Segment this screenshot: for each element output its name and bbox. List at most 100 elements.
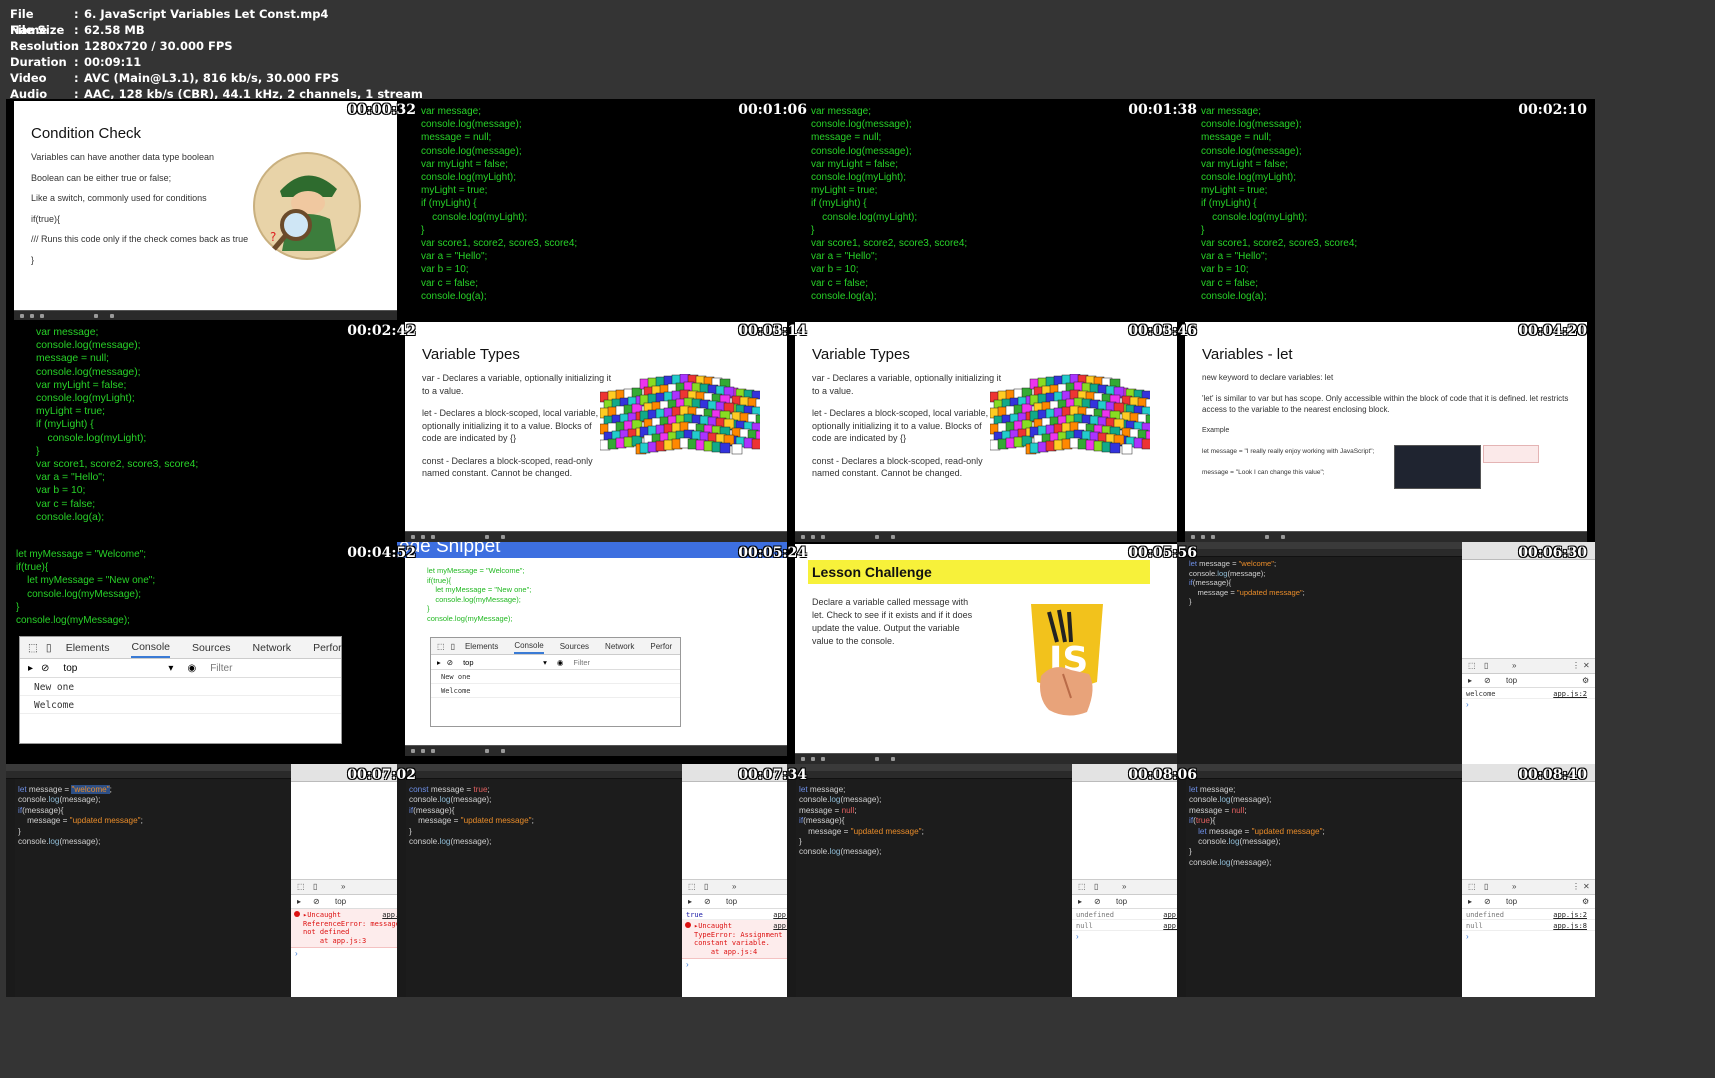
inspect-icon[interactable]: ⬚ (28, 642, 38, 654)
filter-input[interactable]: Filter (210, 663, 232, 674)
devtools-tab[interactable]: Elements (465, 640, 498, 653)
run-icon[interactable]: ▸ (437, 658, 441, 667)
more-tabs-icon[interactable]: » (732, 882, 736, 891)
devtools-tab[interactable]: Sources (192, 639, 231, 657)
slide-line: Like a switch, commonly used for conditi… (31, 193, 207, 203)
clear-icon[interactable]: ⊘ (447, 658, 453, 667)
context-select[interactable]: top (1506, 676, 1517, 685)
source-link[interactable]: app.js:2 (1553, 911, 1587, 920)
device-icon[interactable]: ▯ (313, 882, 317, 891)
gear-icon[interactable]: ⚙ (1582, 897, 1589, 906)
clear-icon[interactable]: ⊘ (704, 897, 711, 906)
slide-line: var - Declares a variable, optionally in… (812, 373, 1002, 396)
devtools-tab[interactable]: Perfor (313, 639, 342, 657)
inspect-icon[interactable]: ⬚ (297, 882, 305, 891)
chevron-down-icon[interactable]: ▾ (168, 663, 173, 674)
thumbnail[interactable]: const message = true; console.log(messag… (397, 764, 815, 997)
thumbnail[interactable]: Lesson Challenge Declare a variable call… (787, 542, 1205, 775)
more-tabs-icon[interactable]: » (1512, 882, 1516, 891)
inspect-icon[interactable]: ⬚ (437, 642, 445, 651)
clear-icon[interactable]: ⊘ (313, 897, 320, 906)
slide-title: Variables - let (1202, 346, 1293, 363)
device-icon[interactable]: ▯ (1484, 661, 1488, 670)
devtools-tab[interactable]: Network (253, 639, 292, 657)
clear-icon[interactable]: ⊘ (1484, 676, 1491, 685)
context-select[interactable]: top (63, 663, 168, 674)
console-prompt[interactable]: › (1462, 699, 1595, 710)
thumbnail[interactable]: let message = "welcome"; console.log(mes… (1177, 542, 1595, 775)
device-icon[interactable]: ▯ (1094, 882, 1098, 891)
gear-icon[interactable]: ⚙ (1582, 676, 1589, 685)
devtools-tab[interactable]: Console (131, 638, 171, 658)
context-select[interactable]: top (463, 658, 543, 667)
browser-window: ⬚ ▯ » ⋮ ✕ ▸ ⊘ top ⚙ undefined app.js:2 nu… (1462, 764, 1595, 997)
info-row: File Name : 6. JavaScript Variables Let … (10, 6, 423, 37)
context-select[interactable]: top (335, 897, 346, 906)
run-icon[interactable]: ▸ (688, 897, 692, 906)
inspect-icon[interactable]: ⬚ (1078, 882, 1086, 891)
source-link[interactable]: app.js:2 (1553, 690, 1587, 699)
clear-icon[interactable]: ⊘ (1484, 897, 1491, 906)
thumbnail[interactable]: let myMessage = "Welcome"; if(true){ let… (6, 542, 424, 775)
devtools-tab[interactable]: Sources (560, 640, 589, 653)
slide: Lesson Challenge Declare a variable call… (795, 544, 1197, 764)
thumbnail[interactable]: var message; console.log(message); messa… (397, 99, 815, 332)
more-tabs-icon[interactable]: » (341, 882, 345, 891)
code-listing: let myMessage = "Welcome"; if(true){ let… (427, 566, 532, 623)
thumbnail[interactable]: var message; console.log(message); messa… (6, 320, 424, 553)
close-icon[interactable]: ✕ (1583, 661, 1590, 670)
devtools-panel: ⬚ ▯ » ⋮ ✕ ▸ ⊘ top ⚙ welcome app.js:2 › (1462, 658, 1595, 775)
timestamp: 00:07:02 (347, 767, 416, 783)
context-select[interactable]: top (726, 897, 737, 906)
inspect-icon[interactable]: ⬚ (1468, 882, 1476, 891)
thumbnail[interactable]: Variable Types var - Declares a variable… (787, 320, 1205, 553)
context-select[interactable]: top (1116, 897, 1127, 906)
devtools-tab[interactable]: Elements (66, 639, 110, 657)
clear-icon[interactable]: ⊘ (41, 663, 49, 674)
context-select[interactable]: top (1506, 897, 1517, 906)
more-tabs-icon[interactable]: » (1512, 661, 1516, 670)
devtools-tab[interactable]: Console (514, 639, 544, 654)
filter-input[interactable]: Filter (573, 658, 590, 667)
run-icon[interactable]: ▸ (1078, 897, 1082, 906)
thumbnail[interactable]: Condition Check Variables can have anoth… (6, 99, 424, 332)
device-icon[interactable]: ▯ (1484, 882, 1488, 891)
clear-icon[interactable]: ⊘ (1094, 897, 1101, 906)
code-editor: let message = "welcome"; console.log(mes… (1177, 542, 1462, 775)
menu-bar (1177, 542, 1462, 549)
timestamp: 00:02:42 (347, 323, 416, 339)
more-tabs-icon[interactable]: » (1122, 882, 1126, 891)
run-icon[interactable]: ▸ (1468, 676, 1472, 685)
device-icon[interactable]: ▯ (451, 642, 455, 651)
slide-line: /// Runs this code only if the check com… (31, 234, 249, 244)
close-icon[interactable]: ✕ (1583, 882, 1590, 891)
kebab-icon[interactable]: ⋮ (1572, 661, 1580, 670)
kebab-icon[interactable]: ⋮ (1572, 882, 1580, 891)
inspect-icon[interactable]: ⬚ (688, 882, 696, 891)
devtools-tab[interactable]: Perfor (650, 640, 672, 653)
device-icon[interactable]: ▯ (704, 882, 708, 891)
timestamp: 00:08:06 (1128, 767, 1197, 783)
eye-icon[interactable]: ◉ (557, 658, 564, 667)
inspect-icon[interactable]: ⬚ (1468, 661, 1476, 670)
thumbnail[interactable]: let message = "welcome"; console.log(mes… (6, 764, 424, 997)
run-icon[interactable]: ▸ (1468, 897, 1472, 906)
device-icon[interactable]: ▯ (46, 642, 52, 654)
thumbnail[interactable]: Variable Types var - Declares a variable… (397, 320, 815, 553)
eye-icon[interactable]: ◉ (187, 663, 196, 674)
devtools-tab[interactable]: Network (605, 640, 634, 653)
source-link[interactable]: app.js:8 (1553, 922, 1587, 931)
thumbnail[interactable]: let message; console.log(message); messa… (1177, 764, 1595, 997)
thumbnail[interactable]: let message; console.log(message); messa… (787, 764, 1205, 997)
slide-line: new keyword to declare variables: let (1202, 373, 1334, 382)
thumbnail[interactable]: var message; console.log(message); messa… (787, 99, 1205, 332)
run-icon[interactable]: ▸ (297, 897, 301, 906)
console-prompt[interactable]: › (1462, 931, 1595, 942)
thumbnail[interactable]: Variables - let new keyword to declare v… (1177, 320, 1595, 553)
thumbnail[interactable]: ode Snippet let myMessage = "Welcome"; i… (397, 542, 815, 775)
run-icon[interactable]: ▸ (28, 663, 33, 674)
chevron-down-icon[interactable]: ▾ (543, 658, 547, 667)
example-console (1483, 445, 1539, 463)
slide-title: Lesson Challenge (812, 564, 932, 580)
thumbnail[interactable]: var message; console.log(message); messa… (1177, 99, 1595, 332)
